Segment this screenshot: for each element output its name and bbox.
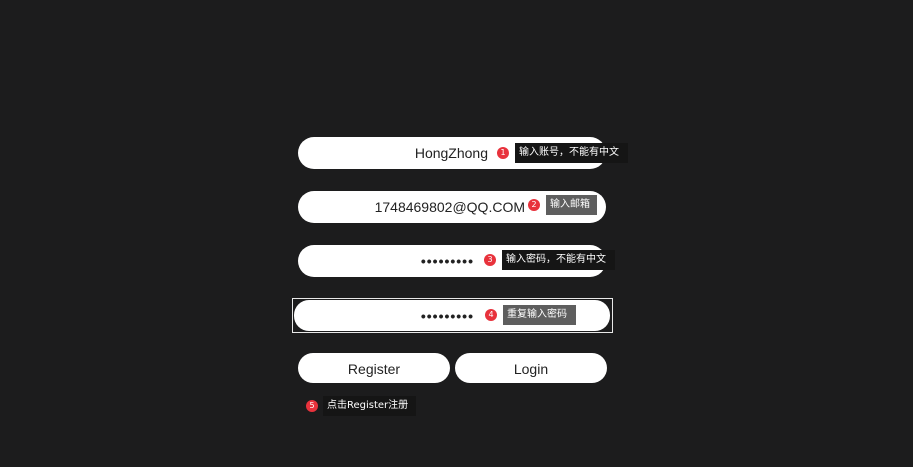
- step-badge-2: 2: [528, 199, 540, 211]
- password-tip: 输入密码，不能有中文: [502, 250, 615, 270]
- step-badge-1: 1: [497, 147, 509, 159]
- email-tip: 输入邮箱: [546, 195, 597, 215]
- step-badge-3: 3: [484, 254, 496, 266]
- register-hint-tip: 点击Register注册: [323, 396, 416, 416]
- register-page: 1 输入账号，不能有中文 2 输入邮箱 3 输入密码，不能有中文 4 重复输入密…: [0, 0, 913, 467]
- confirm-password-tip: 重复输入密码: [503, 305, 576, 325]
- step-badge-5: 5: [306, 400, 318, 412]
- register-button[interactable]: Register: [298, 353, 450, 383]
- step-badge-4: 4: [485, 309, 497, 321]
- login-button[interactable]: Login: [455, 353, 607, 383]
- username-tip: 输入账号，不能有中文: [515, 143, 628, 163]
